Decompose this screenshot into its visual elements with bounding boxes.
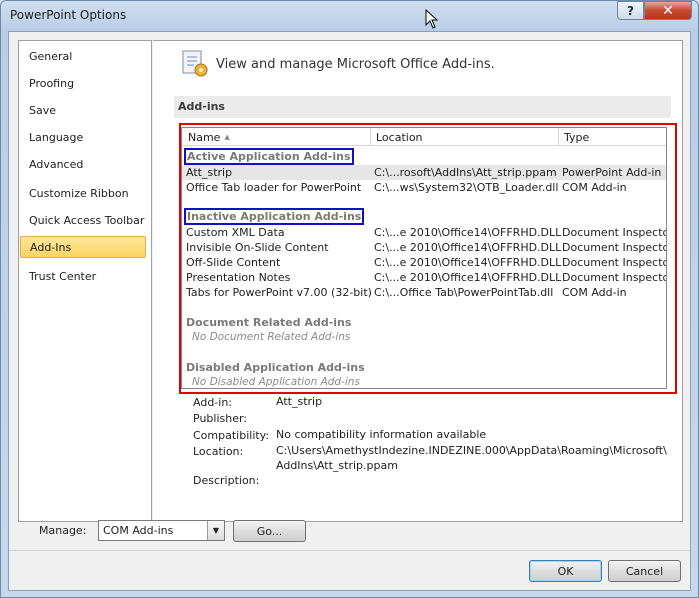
addins-panel: View and manage Microsoft Office Add-ins… xyxy=(153,40,683,522)
row-location: C:\...rosoft\AddIns\Att_strip.ppam xyxy=(374,166,557,179)
close-button[interactable]: ✕ xyxy=(644,1,692,20)
group-title-inactive: Inactive Application Add-ins xyxy=(184,208,365,225)
table-row[interactable]: Presentation Notes C:\...e 2010\Office14… xyxy=(182,270,666,285)
row-location: C:\...e 2010\Office14\OFFRHD.DLL xyxy=(374,256,562,269)
column-divider[interactable] xyxy=(370,128,371,146)
table-row[interactable]: Office Tab loader for PowerPoint C:\...w… xyxy=(182,180,666,195)
detail-addin-label: Add-in: xyxy=(193,396,232,409)
section-header-add-ins: Add-ins xyxy=(174,96,671,118)
page-title: View and manage Microsoft Office Add-ins… xyxy=(216,57,495,72)
nav-item-add-ins[interactable]: Add-Ins xyxy=(20,236,146,258)
divider xyxy=(9,550,690,551)
manage-dropdown[interactable]: COM Add-ins ▼ xyxy=(98,520,225,541)
table-row[interactable]: Att_strip C:\...rosoft\AddIns\Att_strip.… xyxy=(182,165,666,180)
detail-compatibility-label: Compatibility: xyxy=(193,429,270,442)
row-name: Custom XML Data xyxy=(186,226,285,239)
options-nav: General Proofing Save Language Advanced … xyxy=(18,40,152,522)
detail-compatibility-value: No compatibility information available xyxy=(276,428,487,441)
row-name: Att_strip xyxy=(186,166,233,179)
go-button[interactable]: Go... xyxy=(233,520,306,542)
nav-item-proofing[interactable]: Proofing xyxy=(29,77,74,90)
table-row[interactable]: Off-Slide Content C:\...e 2010\Office14\… xyxy=(182,255,666,270)
row-name: Invisible On-Slide Content xyxy=(186,241,329,254)
row-name: Tabs for PowerPoint v7.00 (32-bit) xyxy=(186,286,372,299)
column-divider[interactable] xyxy=(558,128,559,146)
ok-button[interactable]: OK xyxy=(529,560,602,582)
row-type: PowerPoint Add-in xyxy=(562,166,662,179)
dialog-client-area: General Proofing Save Language Advanced … xyxy=(8,31,691,591)
row-location: C:\...Office Tab\PowerPointTab.dll xyxy=(374,286,554,299)
row-type: Document Inspector xyxy=(562,271,667,284)
empty-note: No Document Related Add-ins xyxy=(192,331,351,343)
nav-item-customize-ribbon[interactable]: Customize Ribbon xyxy=(29,187,129,200)
nav-item-general[interactable]: General xyxy=(29,50,72,63)
table-row[interactable]: Invisible On-Slide Content C:\...e 2010\… xyxy=(182,240,666,255)
row-type: Document Inspector xyxy=(562,226,667,239)
cancel-button[interactable]: Cancel xyxy=(608,560,681,582)
detail-location-label: Location: xyxy=(193,445,244,458)
row-type: Document Inspector xyxy=(562,241,667,254)
row-location: C:\...ws\System32\OTB_Loader.dll xyxy=(374,181,559,194)
help-button[interactable]: ? xyxy=(617,1,644,20)
detail-addin-value: Att_strip xyxy=(276,395,323,408)
nav-item-save[interactable]: Save xyxy=(29,104,56,117)
column-header-name[interactable]: Name ▲ xyxy=(188,131,230,144)
empty-note: No Disabled Application Add-ins xyxy=(192,376,360,388)
detail-location-line1: C:\Users\AmethystIndezine.INDEZINE.000\A… xyxy=(276,444,667,457)
powerpoint-options-window: PowerPoint Options ? ✕ General Proofing … xyxy=(0,0,699,598)
detail-publisher-label: Publisher: xyxy=(193,412,248,425)
row-type: COM Add-in xyxy=(562,286,627,299)
column-header-location[interactable]: Location xyxy=(376,131,423,144)
nav-item-advanced[interactable]: Advanced xyxy=(29,158,83,171)
title-bar[interactable]: PowerPoint Options ? ✕ xyxy=(1,1,698,31)
row-type: Document Inspector xyxy=(562,256,667,269)
manage-label: Manage: xyxy=(39,524,87,537)
sort-ascending-icon: ▲ xyxy=(224,133,230,141)
row-name: Off-Slide Content xyxy=(186,256,281,269)
table-row[interactable]: Tabs for PowerPoint v7.00 (32-bit) C:\..… xyxy=(182,285,666,300)
group-title-active: Active Application Add-ins xyxy=(184,148,354,165)
nav-item-language[interactable]: Language xyxy=(29,131,83,144)
manage-selected-value: COM Add-ins xyxy=(103,524,174,537)
chevron-down-icon[interactable]: ▼ xyxy=(207,521,224,540)
nav-item-trust-center[interactable]: Trust Center xyxy=(29,270,96,283)
addins-gear-icon xyxy=(182,50,208,77)
group-title-disabled: Disabled Application Add-ins xyxy=(186,361,365,374)
window-title: PowerPoint Options xyxy=(10,8,127,22)
row-location: C:\...e 2010\Office14\OFFRHD.DLL xyxy=(374,241,562,254)
group-title-document-related: Document Related Add-ins xyxy=(186,316,352,329)
nav-item-quick-access-toolbar[interactable]: Quick Access Toolbar xyxy=(29,214,144,227)
table-row[interactable]: Custom XML Data C:\...e 2010\Office14\OF… xyxy=(182,225,666,240)
list-header: Name ▲ Location Type xyxy=(182,128,666,146)
addins-list[interactable]: Name ▲ Location Type Active Application A… xyxy=(181,127,667,389)
row-location: C:\...e 2010\Office14\OFFRHD.DLL xyxy=(374,226,562,239)
column-header-type[interactable]: Type xyxy=(564,131,589,144)
row-type: COM Add-in xyxy=(562,181,627,194)
row-name: Office Tab loader for PowerPoint xyxy=(186,181,362,194)
detail-description-label: Description: xyxy=(193,474,260,487)
row-location: C:\...e 2010\Office14\OFFRHD.DLL xyxy=(374,271,562,284)
detail-location-line2: AddIns\Att_strip.ppam xyxy=(276,459,398,472)
row-name: Presentation Notes xyxy=(186,271,291,284)
mouse-cursor-icon xyxy=(425,9,439,29)
